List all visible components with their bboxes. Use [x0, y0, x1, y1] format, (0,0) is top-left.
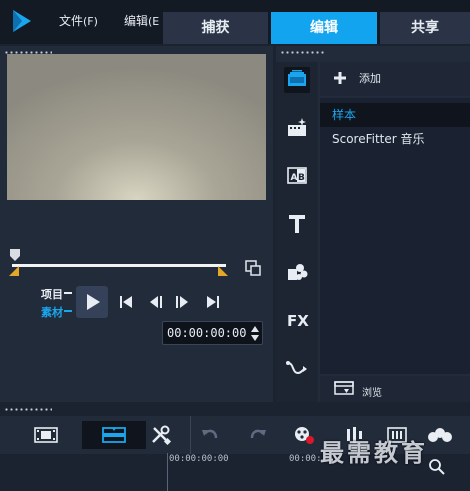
menu-file-key: (F) [83, 15, 98, 28]
timeline-view-button[interactable] [82, 421, 146, 449]
scrubber-handle[interactable] [9, 248, 21, 262]
menu-file-label: 文件 [59, 14, 84, 28]
enlarge-preview-icon[interactable] [245, 260, 261, 276]
menu-edit-key: (E [148, 15, 160, 28]
redo-button[interactable] [243, 421, 273, 449]
scrubber-track[interactable] [12, 264, 226, 267]
next-frame-button[interactable] [174, 294, 190, 310]
timecode-up-icon[interactable] [250, 324, 260, 333]
record-icon [295, 427, 314, 444]
add-folder-label: 添加 [359, 72, 381, 85]
svg-text:FX: FX [287, 312, 309, 330]
tracking-icon [428, 428, 452, 442]
toolbar-divider [190, 416, 191, 454]
plus-icon [334, 72, 346, 84]
go-to-end-button[interactable] [205, 294, 221, 310]
list-item-sample[interactable]: 样本 [320, 103, 470, 127]
timeline-icon [102, 427, 126, 443]
svg-text:B: B [298, 173, 305, 183]
media-icon[interactable] [284, 67, 310, 93]
previous-frame-button[interactable] [148, 294, 164, 310]
graphics-icon[interactable] [284, 259, 310, 285]
tab-edit[interactable]: 编辑 [271, 12, 377, 44]
ruler-tick [167, 453, 168, 491]
menu-file[interactable]: 文件(F) [59, 12, 98, 29]
browse-icon[interactable] [334, 381, 356, 397]
mode-clip-label[interactable]: 素材 [41, 304, 63, 320]
instant-project-icon[interactable] [284, 115, 310, 141]
zoom-icon[interactable] [428, 458, 446, 476]
timecode-field[interactable]: 00:00:00:00 [162, 321, 263, 345]
svg-text:A: A [291, 173, 298, 183]
tools-icon [152, 425, 172, 445]
motion-tracking-button[interactable] [425, 421, 455, 449]
tab-share[interactable]: 共享 [380, 12, 470, 44]
browse-label[interactable]: 浏览 [362, 384, 382, 399]
timecode-down-icon[interactable] [250, 334, 260, 343]
menu-edit-label: 编辑 [124, 14, 149, 28]
app-logo-icon [10, 8, 34, 34]
timeline-panel-grip[interactable] [4, 408, 52, 411]
watermark: 最需教育 [320, 439, 428, 467]
library-panel-grip[interactable] [280, 51, 324, 54]
undo-button[interactable] [195, 421, 225, 449]
storyboard-view-button[interactable] [31, 421, 61, 449]
ruler-start-label: 00:00:00:00 [169, 454, 229, 464]
mode-clip-dash [64, 310, 72, 312]
path-icon[interactable] [284, 355, 310, 381]
tab-capture[interactable]: 捕获 [163, 12, 268, 44]
tools-button[interactable] [146, 421, 176, 449]
redo-icon [250, 429, 266, 439]
title-icon[interactable] [284, 211, 310, 237]
mode-project-label[interactable]: 项目 [41, 286, 63, 302]
mode-project-dash [64, 292, 72, 294]
workspace-tabs: 捕获 编辑 共享 [163, 12, 470, 44]
list-item-scorefitter[interactable]: ScoreFitter 音乐 [320, 127, 470, 151]
film-icon [34, 427, 58, 443]
undo-icon [202, 429, 218, 439]
go-to-start-button[interactable] [118, 294, 134, 310]
add-folder-button[interactable]: 添加 [333, 70, 381, 86]
menu-edit[interactable]: 编辑(E [124, 12, 159, 29]
record-capture-button[interactable] [290, 421, 320, 449]
transition-icon[interactable]: AB [284, 163, 310, 189]
fx-icon[interactable]: FX [284, 307, 310, 333]
preview-window [7, 54, 266, 200]
ruler-next-label: 00:00: [289, 454, 322, 464]
play-button[interactable] [76, 286, 108, 318]
